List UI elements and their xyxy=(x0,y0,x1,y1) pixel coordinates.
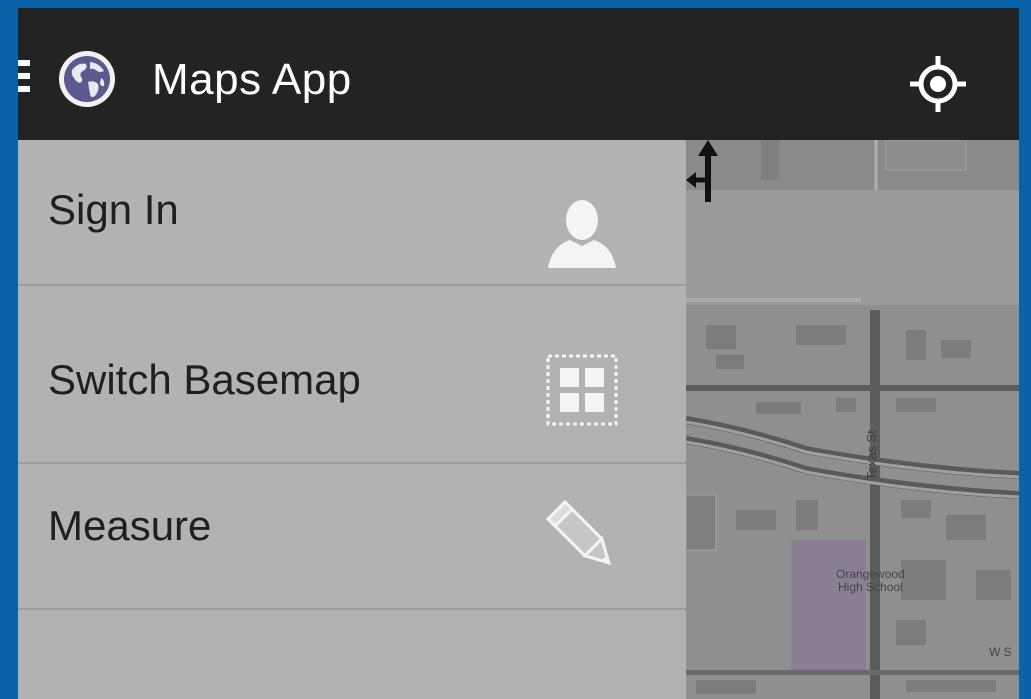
navigation-drawer: Sign In Switch Basemap Measure xyxy=(18,140,686,699)
app-title: Maps App xyxy=(152,55,352,104)
school-label: Orangewood High School xyxy=(836,567,905,594)
device-screen: Maps App Texas St Orangewood High School… xyxy=(18,8,1019,699)
user-icon xyxy=(548,200,616,268)
corner-street-label: W S xyxy=(989,645,1012,659)
globe-logo-icon[interactable] xyxy=(58,50,116,108)
menu-item-label: Switch Basemap xyxy=(48,356,361,403)
basemap-grid-icon xyxy=(546,354,618,426)
locate-me-icon[interactable] xyxy=(906,52,970,116)
map-streets xyxy=(686,140,1019,699)
map-view[interactable]: Texas St Orangewood High School W S xyxy=(686,140,1019,699)
menu-item-label: Sign In xyxy=(48,186,179,233)
pencil-icon xyxy=(545,499,612,566)
app-bar: Maps App xyxy=(18,8,1019,140)
menu-item-sign-in[interactable]: Sign In xyxy=(18,140,686,286)
menu-item-switch-basemap[interactable]: Switch Basemap xyxy=(18,318,686,464)
menu-toggle-icon[interactable] xyxy=(18,60,30,98)
street-label: Texas St xyxy=(864,430,879,480)
menu-item-label: Measure xyxy=(48,502,212,549)
menu-item-measure[interactable]: Measure xyxy=(18,464,686,610)
turn-direction-icon xyxy=(686,140,718,202)
